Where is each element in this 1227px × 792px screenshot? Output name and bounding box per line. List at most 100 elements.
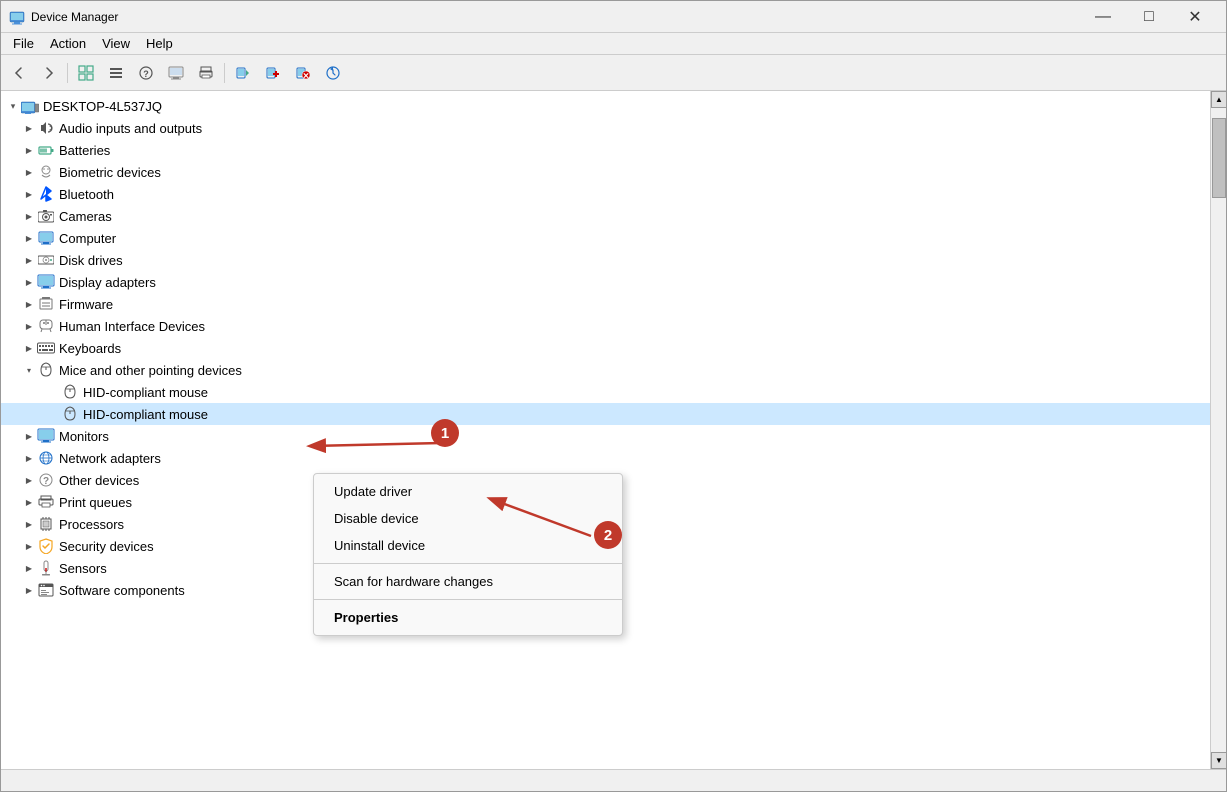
root-toggle[interactable]: ▾ bbox=[5, 98, 21, 114]
mice-icon bbox=[37, 361, 55, 379]
ctx-uninstall-device[interactable]: Uninstall device bbox=[314, 532, 622, 559]
ctx-separator-1 bbox=[314, 563, 622, 564]
scroll-track[interactable] bbox=[1211, 108, 1226, 752]
tree-item-audio[interactable]: ▶ Audio inputs and outputs bbox=[1, 117, 1210, 139]
bluetooth-toggle[interactable]: ▶ bbox=[21, 186, 37, 202]
tree-item-hid-mouse-1[interactable]: HID-compliant mouse bbox=[1, 381, 1210, 403]
security-icon bbox=[37, 537, 55, 555]
sensors-icon bbox=[37, 559, 55, 577]
tree-root[interactable]: ▾ DESKTOP-4L537JQ bbox=[1, 95, 1210, 117]
tree-item-cameras[interactable]: ▶ Cameras bbox=[1, 205, 1210, 227]
firmware-toggle[interactable]: ▶ bbox=[21, 296, 37, 312]
keyboards-toggle[interactable]: ▶ bbox=[21, 340, 37, 356]
vertical-scrollbar[interactable]: ▲ ▼ bbox=[1210, 91, 1226, 769]
sensors-toggle[interactable]: ▶ bbox=[21, 560, 37, 576]
scan-changes-button[interactable] bbox=[229, 59, 257, 87]
tree-item-biometric[interactable]: ▶ Biometric devices bbox=[1, 161, 1210, 183]
tree-item-hid-mouse-2[interactable]: HID-compliant mouse bbox=[1, 403, 1210, 425]
tree-item-mice[interactable]: ▾ Mice and other pointing devices bbox=[1, 359, 1210, 381]
print-button[interactable] bbox=[192, 59, 220, 87]
menu-file[interactable]: File bbox=[5, 34, 42, 53]
hid-toggle[interactable]: ▶ bbox=[21, 318, 37, 334]
computer-toggle[interactable]: ▶ bbox=[21, 230, 37, 246]
title-bar: Device Manager — □ ✕ bbox=[1, 1, 1226, 33]
disk-toggle[interactable]: ▶ bbox=[21, 252, 37, 268]
root-label: DESKTOP-4L537JQ bbox=[43, 99, 162, 114]
tree-item-bluetooth[interactable]: ▶ Bluetooth bbox=[1, 183, 1210, 205]
menu-bar: File Action View Help bbox=[1, 33, 1226, 55]
monitors-label: Monitors bbox=[59, 429, 109, 444]
window-title: Device Manager bbox=[31, 10, 1080, 24]
print-toggle[interactable]: ▶ bbox=[21, 494, 37, 510]
monitors-icon bbox=[37, 427, 55, 445]
annotation-badge-1: 1 bbox=[431, 419, 459, 447]
maximize-button[interactable]: □ bbox=[1126, 1, 1172, 33]
close-button[interactable]: ✕ bbox=[1172, 1, 1218, 33]
add-device-button[interactable] bbox=[259, 59, 287, 87]
tree-item-monitors[interactable]: ▶ Monitors bbox=[1, 425, 1210, 447]
disk-label: Disk drives bbox=[59, 253, 123, 268]
hid-mouse-2-icon bbox=[61, 405, 79, 423]
keyboards-label: Keyboards bbox=[59, 341, 121, 356]
menu-action[interactable]: Action bbox=[42, 34, 94, 53]
cameras-toggle[interactable]: ▶ bbox=[21, 208, 37, 224]
mice-toggle[interactable]: ▾ bbox=[21, 362, 37, 378]
back-button[interactable] bbox=[5, 59, 33, 87]
tree-item-display[interactable]: ▶ Display adapters bbox=[1, 271, 1210, 293]
batteries-toggle[interactable]: ▶ bbox=[21, 142, 37, 158]
firmware-icon bbox=[37, 295, 55, 313]
biometric-label: Biometric devices bbox=[59, 165, 161, 180]
help-button[interactable]: ? bbox=[132, 59, 160, 87]
security-toggle[interactable]: ▶ bbox=[21, 538, 37, 554]
firmware-label: Firmware bbox=[59, 297, 113, 312]
hid-mouse-2-toggle bbox=[45, 406, 61, 422]
software-toggle[interactable]: ▶ bbox=[21, 582, 37, 598]
app-icon bbox=[9, 9, 25, 25]
forward-button[interactable] bbox=[35, 59, 63, 87]
device-manager-view-button[interactable] bbox=[72, 59, 100, 87]
computer-label: Computer bbox=[59, 231, 116, 246]
tree-item-hid[interactable]: ▶ Human Interface Devices bbox=[1, 315, 1210, 337]
menu-view[interactable]: View bbox=[94, 34, 138, 53]
audio-toggle[interactable]: ▶ bbox=[21, 120, 37, 136]
update-driver-button[interactable] bbox=[319, 59, 347, 87]
sensors-label: Sensors bbox=[59, 561, 107, 576]
ctx-properties[interactable]: Properties bbox=[314, 604, 622, 631]
network-toggle[interactable]: ▶ bbox=[21, 450, 37, 466]
tree-item-network[interactable]: ▶ Network adapters bbox=[1, 447, 1210, 469]
monitors-toggle[interactable]: ▶ bbox=[21, 428, 37, 444]
ctx-update-driver[interactable]: Update driver bbox=[314, 478, 622, 505]
other-toggle[interactable]: ▶ bbox=[21, 472, 37, 488]
audio-label: Audio inputs and outputs bbox=[59, 121, 202, 136]
hid-mouse-1-label: HID-compliant mouse bbox=[83, 385, 208, 400]
cameras-icon bbox=[37, 207, 55, 225]
tree-item-firmware[interactable]: ▶ Firmware bbox=[1, 293, 1210, 315]
menu-help[interactable]: Help bbox=[138, 34, 181, 53]
scroll-down-button[interactable]: ▼ bbox=[1211, 752, 1226, 769]
remove-device-button[interactable]: ✕ bbox=[289, 59, 317, 87]
ctx-disable-device[interactable]: Disable device bbox=[314, 505, 622, 532]
ctx-scan-changes[interactable]: Scan for hardware changes bbox=[314, 568, 622, 595]
svg-text:✕: ✕ bbox=[303, 71, 310, 80]
device-toggle-button[interactable] bbox=[162, 59, 190, 87]
biometric-toggle[interactable]: ▶ bbox=[21, 164, 37, 180]
tree-view[interactable]: ▾ DESKTOP-4L537JQ ▶ bbox=[1, 91, 1210, 769]
cameras-label: Cameras bbox=[59, 209, 112, 224]
minimize-button[interactable]: — bbox=[1080, 1, 1126, 33]
keyboards-icon bbox=[37, 339, 55, 357]
audio-icon bbox=[37, 119, 55, 137]
network-icon bbox=[37, 449, 55, 467]
tree-item-computer[interactable]: ▶ Computer bbox=[1, 227, 1210, 249]
tree-item-disk[interactable]: ▶ Disk drives bbox=[1, 249, 1210, 271]
scroll-thumb[interactable] bbox=[1212, 118, 1226, 198]
security-label: Security devices bbox=[59, 539, 154, 554]
list-view-button[interactable] bbox=[102, 59, 130, 87]
status-bar bbox=[1, 769, 1226, 791]
tree-item-keyboards[interactable]: ▶ Keyboards bbox=[1, 337, 1210, 359]
processors-icon bbox=[37, 515, 55, 533]
tree-item-batteries[interactable]: ▶ Batteries bbox=[1, 139, 1210, 161]
ctx-separator-2 bbox=[314, 599, 622, 600]
display-toggle[interactable]: ▶ bbox=[21, 274, 37, 290]
processors-toggle[interactable]: ▶ bbox=[21, 516, 37, 532]
scroll-up-button[interactable]: ▲ bbox=[1211, 91, 1226, 108]
